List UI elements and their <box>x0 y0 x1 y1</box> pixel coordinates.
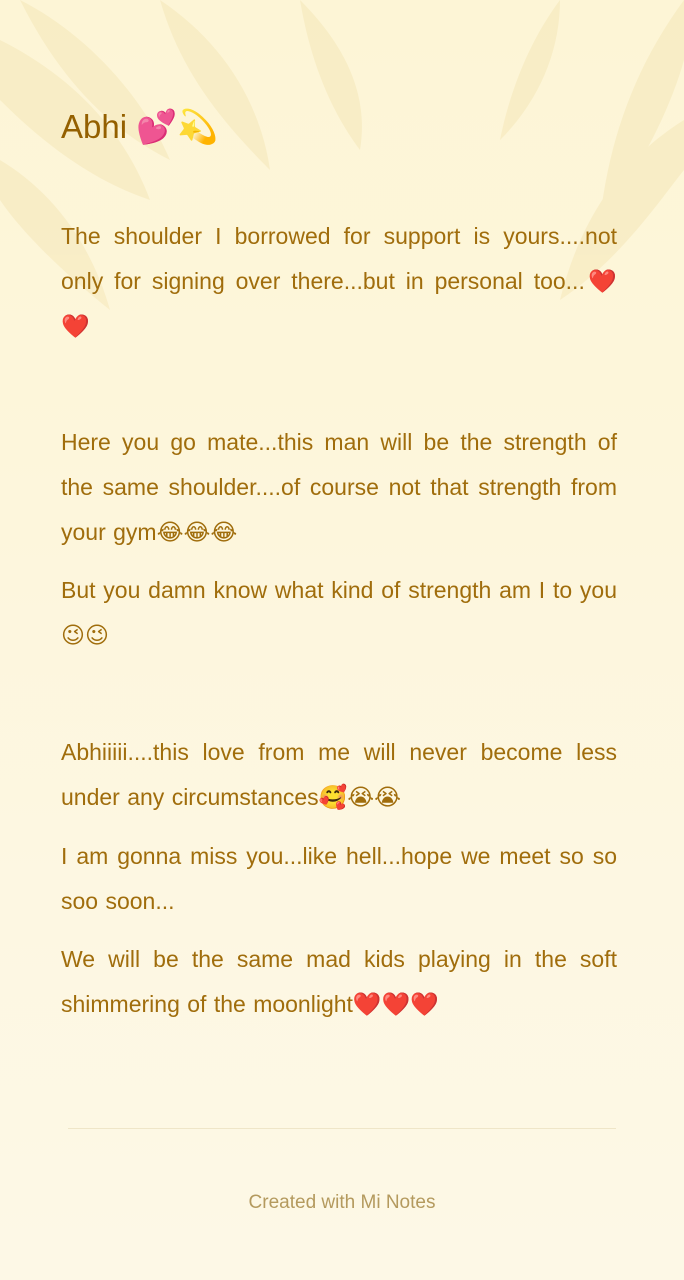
note-title[interactable]: Abhi 💕💫 <box>61 108 218 147</box>
footer-credit: Created with Mi Notes <box>248 1192 436 1213</box>
note-paragraph[interactable]: Here you go mate...this man will be the … <box>61 420 617 555</box>
note-paragraph[interactable]: But you damn know what kind of strength … <box>61 568 617 658</box>
note-paragraph[interactable]: I am gonna miss you...like hell...hope w… <box>61 834 617 924</box>
note-paragraph[interactable]: We will be the same mad kids playing in … <box>61 937 617 1027</box>
footer-divider <box>68 1128 616 1129</box>
note-paragraph[interactable]: The shoulder I borrowed for support is y… <box>61 214 617 349</box>
leaf-background-decoration <box>0 0 684 310</box>
note-paragraph[interactable]: Abhiiiii....this love from me will never… <box>61 730 617 820</box>
